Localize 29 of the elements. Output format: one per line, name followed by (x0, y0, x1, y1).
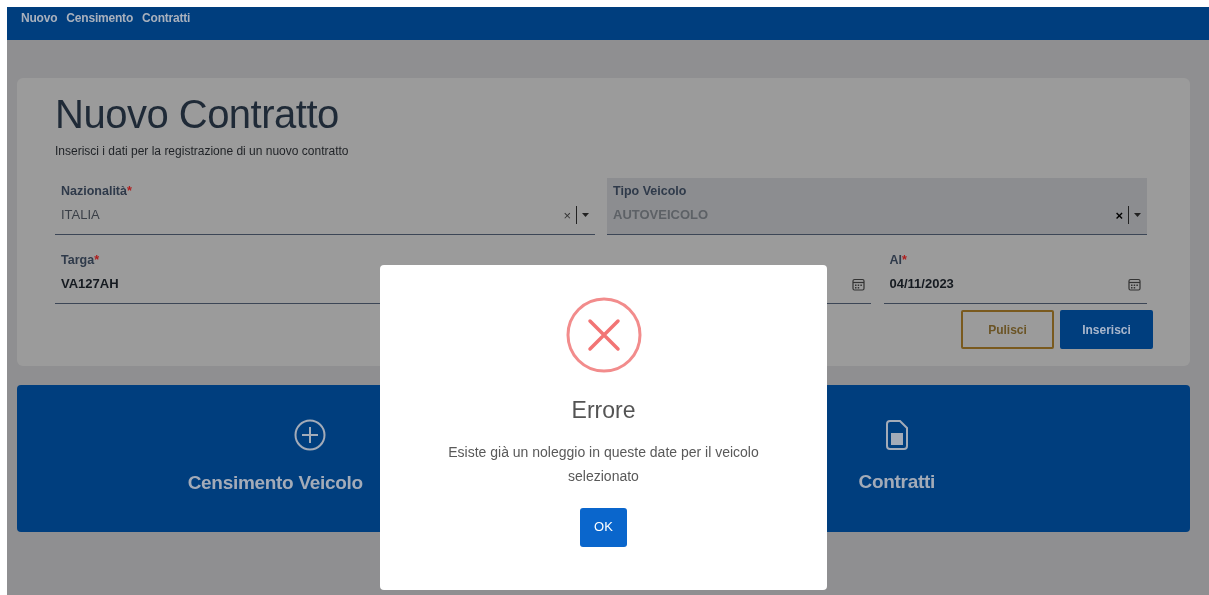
clear-icon[interactable]: × (563, 208, 571, 222)
page-subtitle: Inserisci i dati per la registrazione di un nuovo contratto (55, 143, 350, 160)
tile-label: Censimento Veicolo (187, 471, 363, 496)
nav-link[interactable]: Contratti (142, 9, 191, 38)
field-value: 04/11/2023 (889, 276, 954, 292)
calendar-icon[interactable] (1128, 277, 1141, 291)
error-icon (565, 297, 642, 373)
field-label: Targa (61, 253, 95, 267)
nav-link[interactable]: Nuovo (21, 9, 58, 38)
calendar-icon[interactable] (851, 277, 865, 291)
required-asterisk: * (127, 184, 132, 198)
select-field[interactable]: Nazionalità* ITALIA × (55, 178, 595, 235)
required-asterisk: * (94, 253, 99, 267)
caret-icon[interactable] (582, 213, 589, 217)
submit-button[interactable]: Inserisci (1060, 310, 1153, 349)
required-asterisk: * (902, 253, 907, 267)
document-icon (885, 420, 908, 451)
field-label: Al (889, 253, 902, 267)
field-label: Nazionalità (61, 184, 127, 198)
tile-label: Contratti (858, 470, 935, 495)
ok-button[interactable]: OK (580, 507, 627, 547)
date-field[interactable]: Al* 04/11/2023 (883, 247, 1147, 304)
plus-circle-icon (294, 419, 327, 452)
field-value: VA127AH (61, 276, 119, 292)
clear-button[interactable]: Pulisci (961, 310, 1054, 349)
field-value: ITALIA (61, 207, 100, 223)
page-title: Nuovo Contratto (55, 92, 340, 136)
field-label: Tipo Veicolo (613, 184, 687, 198)
nav-link[interactable]: Censimento (66, 9, 134, 38)
